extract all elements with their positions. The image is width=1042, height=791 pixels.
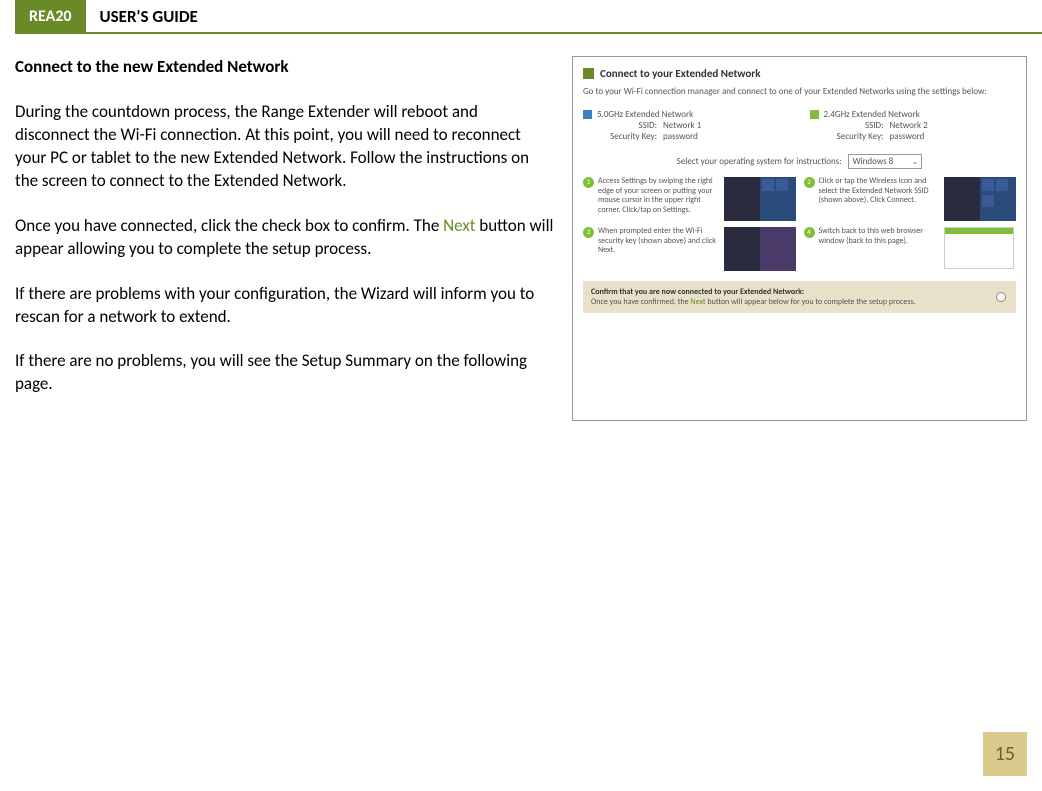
header-bar: REA20 USER'S GUIDE: [15, 0, 1042, 34]
network-24ghz: 2.4GHz Extended Network SSID:Network 2 S…: [810, 109, 1017, 142]
screenshot-subtitle: Go to your Wi-Fi connection manager and …: [583, 86, 1016, 97]
network-5ghz: 5.0GHz Extended Network SSID:Network 1 S…: [583, 109, 790, 142]
steps-grid: 1 Access Settings by swiping the right e…: [583, 177, 1016, 271]
step-3: 3 When prompted enter the Wi-Fi security…: [583, 227, 796, 271]
section-heading: Connect to the new Extended Network: [15, 56, 554, 79]
os-selector-row: Select your operating system for instruc…: [583, 154, 1016, 169]
blue-square-icon: [583, 110, 592, 119]
step-2: 2 Click or tap the Wireless icon and sel…: [804, 177, 1017, 221]
step-1-thumb: [724, 177, 796, 221]
confirm-radio[interactable]: [996, 292, 1006, 302]
step-4: 4 Switch back to this web browser window…: [804, 227, 1017, 271]
network-row: 5.0GHz Extended Network SSID:Network 1 S…: [583, 109, 1016, 142]
screenshot-panel: Connect to your Extended Network Go to y…: [572, 56, 1027, 421]
page-number: 15: [983, 732, 1027, 776]
step-badge-icon: 1: [583, 177, 594, 188]
confirm-next-highlight: Next: [690, 297, 705, 307]
next-highlight: Next: [443, 215, 475, 236]
step-4-thumb: [944, 227, 1016, 271]
step-badge-icon: 3: [583, 227, 594, 238]
step-2-thumb: [944, 177, 1016, 221]
paragraph-2: Once you have connected, click the check…: [15, 215, 554, 261]
paragraph-1: During the countdown process, the Range …: [15, 101, 554, 193]
os-label: Select your operating system for instruc…: [677, 156, 842, 167]
body-text: Connect to the new Extended Network Duri…: [15, 56, 554, 421]
screenshot-title: Connect to your Extended Network: [583, 67, 1016, 80]
step-3-thumb: [724, 227, 796, 271]
doc-title: USER'S GUIDE: [86, 0, 212, 32]
paragraph-4: If there are no problems, you will see t…: [15, 350, 554, 396]
step-badge-icon: 2: [804, 177, 815, 188]
content-area: Connect to the new Extended Network Duri…: [0, 34, 1042, 421]
step-1: 1 Access Settings by swiping the right e…: [583, 177, 796, 221]
paragraph-3: If there are problems with your configur…: [15, 283, 554, 329]
chevron-down-icon: ⌄: [912, 157, 919, 167]
lime-square-icon: [810, 110, 819, 119]
confirm-bar: Confirm that you are now connected to yo…: [583, 281, 1016, 313]
os-dropdown[interactable]: Windows 8 ⌄: [848, 154, 923, 169]
step-badge-icon: 4: [804, 227, 815, 238]
product-tab: REA20: [15, 0, 86, 32]
square-icon: [583, 68, 594, 79]
